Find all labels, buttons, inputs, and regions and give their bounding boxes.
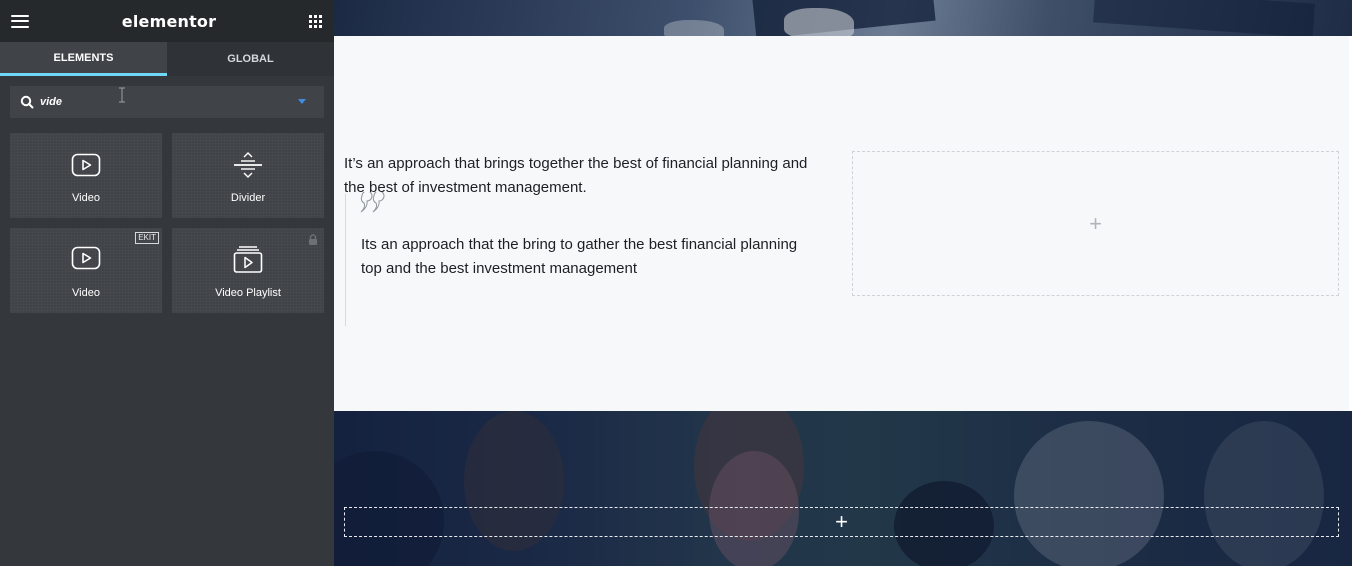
menu-icon[interactable] (11, 14, 29, 28)
plus-icon: + (835, 509, 848, 534)
lock-icon (309, 234, 317, 245)
text-cursor-icon (119, 87, 125, 103)
widgets-grid-icon[interactable] (309, 14, 322, 28)
brand-logo: elementor (121, 11, 217, 31)
widget-label: Divider (230, 192, 266, 204)
hero-image-top (334, 0, 1352, 36)
video-play-icon (71, 153, 101, 177)
widget-video[interactable]: Video (10, 133, 162, 218)
widget-label: Video (72, 287, 100, 299)
text-paragraph[interactable]: It’s an approach that brings together th… (344, 152, 824, 200)
widget-label: Video Playlist (215, 287, 281, 299)
add-section-dropzone[interactable]: + (344, 507, 1339, 537)
panel-tabs: ELEMENTS GLOBAL (0, 42, 334, 76)
divider-icon (234, 152, 262, 178)
widget-divider[interactable]: Divider (172, 133, 324, 218)
plus-icon: + (1089, 210, 1102, 236)
empty-column-add[interactable]: + (852, 151, 1339, 296)
blockquote-border (345, 194, 346, 326)
search-input[interactable]: vide (40, 96, 62, 108)
chevron-down-icon[interactable] (298, 99, 306, 104)
ekit-badge: EKIT (135, 232, 159, 244)
search-icon (20, 95, 34, 109)
widget-search-field[interactable]: vide (10, 86, 324, 118)
blockquote-text[interactable]: Its an approach that the bring to gather… (361, 233, 801, 281)
hero-image-bottom: + (334, 411, 1352, 566)
widget-ekit-video[interactable]: EKIT Video (10, 228, 162, 313)
tab-elements[interactable]: ELEMENTS (0, 42, 167, 76)
video-play-icon (71, 246, 101, 270)
quote-icon (360, 192, 385, 213)
tab-global[interactable]: GLOBAL (167, 42, 334, 76)
video-playlist-icon (233, 246, 263, 273)
widget-label: Video (72, 192, 100, 204)
content-section: It’s an approach that brings together th… (334, 36, 1352, 411)
panel-header: elementor (0, 0, 334, 42)
elementor-panel: elementor ELEMENTS GLOBAL vide Video Div… (0, 0, 334, 566)
widget-video-playlist[interactable]: Video Playlist (172, 228, 324, 313)
page-canvas: It’s an approach that brings together th… (334, 0, 1352, 566)
